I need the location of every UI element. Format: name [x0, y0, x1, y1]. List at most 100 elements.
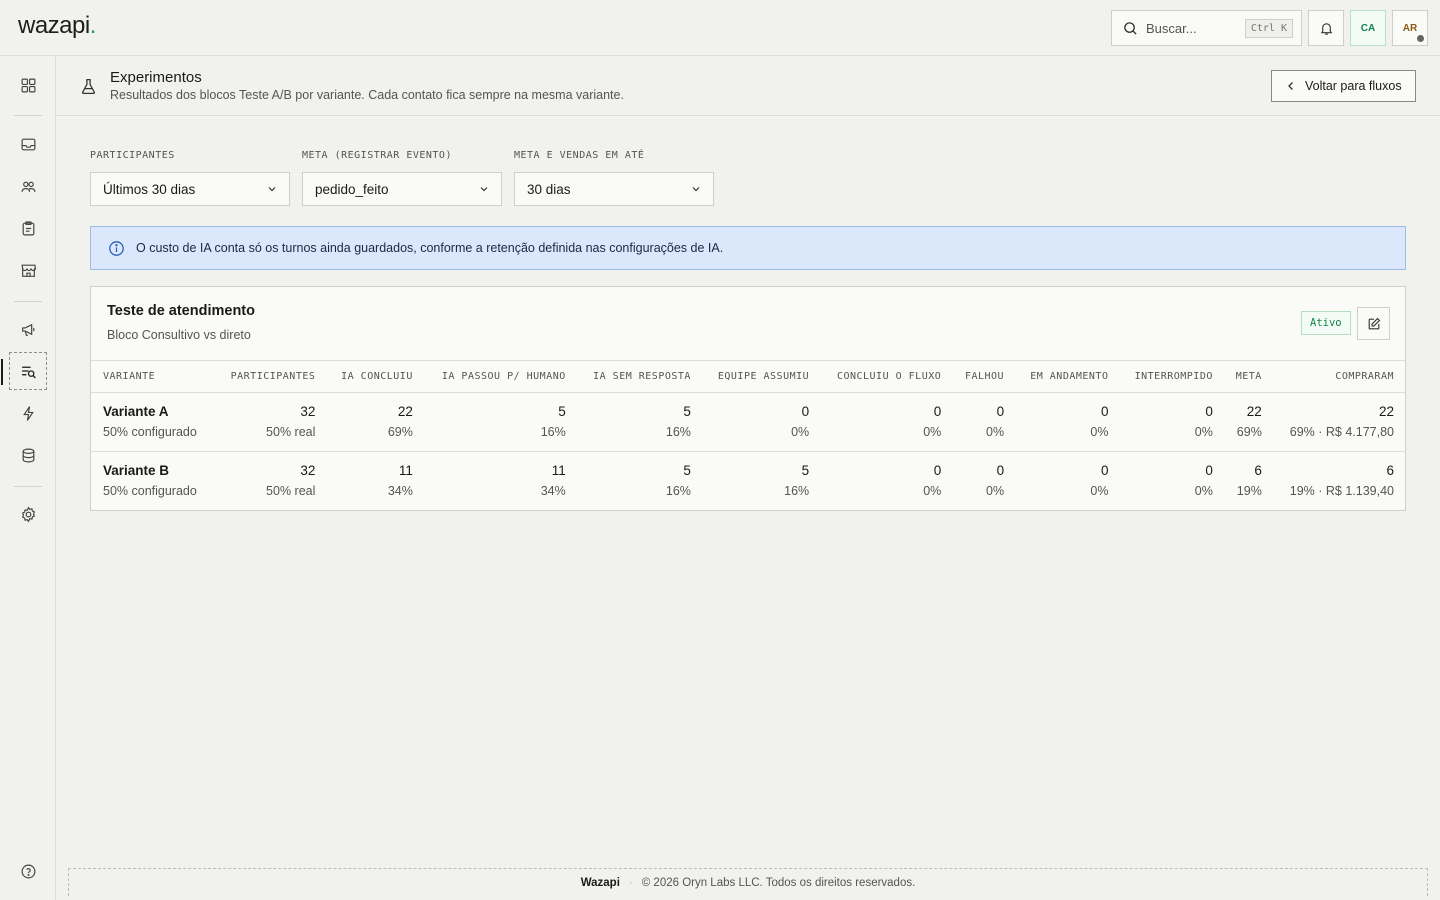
edit-experiment-button[interactable] [1357, 307, 1390, 340]
col-goal: META [1222, 360, 1272, 393]
cell-subvalue: 0% [1090, 484, 1109, 499]
cell-value: 5 [683, 463, 691, 479]
variant-name: Variante A [103, 404, 169, 419]
table-cell: 0 0% [819, 452, 951, 511]
search-box[interactable]: Ctrl K [1111, 10, 1302, 46]
cell-subvalue: 50% real [266, 425, 316, 439]
sidebar-item-dashboard[interactable] [9, 66, 47, 104]
cell-subvalue: 16% [665, 425, 691, 439]
search-input[interactable] [1146, 20, 1246, 36]
experiment-card: Teste de atendimento Bloco Consultivo vs… [90, 286, 1406, 511]
col-in-progress: EM ANDAMENTO [1014, 360, 1119, 393]
sidebar-item-automations[interactable] [9, 394, 47, 432]
sidebar-item-store[interactable] [9, 251, 47, 289]
cell-value: 22 [397, 404, 413, 419]
variant-cell: Variante A 50% configurado [91, 392, 215, 452]
table-cell: 5 16% [576, 452, 701, 511]
back-button-label: Voltar para fluxos [1305, 79, 1402, 93]
sidebar-item-help[interactable] [9, 852, 47, 890]
select-value: pedido_feito [315, 181, 389, 197]
sidebar-item-settings[interactable] [9, 495, 47, 533]
col-purchased: COMPRARAM [1271, 360, 1405, 393]
filter-attribution-window: META E VENDAS EM ATÉ 30 dias [514, 150, 714, 206]
workspace-avatar[interactable]: CA [1350, 10, 1386, 46]
page-title: Experimentos [110, 69, 202, 86]
megaphone-icon [21, 323, 35, 336]
cell-subvalue: 0% [1090, 425, 1109, 439]
filter-participants: PARTICIPANTES Últimos 30 dias [90, 150, 290, 206]
inbox-icon [21, 138, 35, 150]
cell-subvalue: 16% [784, 484, 810, 499]
cell-subvalue: 0% [1194, 484, 1213, 499]
cell-value: 0 [1100, 463, 1109, 479]
table-cell: 6 19% · R$ 1.139,40 [1272, 452, 1405, 511]
participants-select[interactable]: Últimos 30 dias [90, 172, 290, 206]
sidebar-divider [14, 486, 42, 487]
col-ai-completed: IA CONCLUIU [325, 360, 423, 393]
cell-subvalue: 0% [986, 425, 1005, 439]
table-cell: 0 0% [1118, 452, 1222, 511]
sidebar-item-tasks[interactable] [9, 209, 47, 247]
table-cell: 0 0% [1014, 452, 1118, 511]
sidebar-item-experiments[interactable] [1, 352, 47, 390]
goal-event-select[interactable]: pedido_feito [302, 172, 502, 206]
cell-value: 0 [1205, 463, 1213, 479]
back-to-flows-button[interactable]: Voltar para fluxos [1271, 70, 1416, 102]
cell-value: 0 [933, 463, 942, 479]
page-subtitle: Resultados dos blocos Teste A/B por vari… [110, 88, 624, 102]
cell-subvalue: 0% [791, 425, 810, 439]
edit-icon [1368, 317, 1380, 329]
sidebar-divider [14, 301, 42, 302]
table-cell: 6 19% [1223, 452, 1272, 511]
cell-value: 6 [1386, 463, 1394, 479]
notifications-button[interactable] [1308, 10, 1344, 46]
database-icon [22, 448, 34, 462]
table-cell: 11 34% [325, 452, 422, 511]
col-ai-handoff: IA PASSOU P/ HUMANO [422, 360, 576, 393]
store-icon [20, 264, 36, 277]
sidebar-item-contacts[interactable] [9, 167, 47, 205]
users-icon [21, 181, 35, 192]
sidebar-item-campaigns[interactable] [9, 310, 47, 348]
cell-value: 5 [558, 404, 566, 419]
cell-value: 0 [1100, 404, 1109, 419]
table-cell: 5 16% [575, 392, 701, 452]
variant-config: 50% configurado [103, 425, 197, 439]
table-cell: 0 0% [951, 392, 1015, 452]
table-cell: 5 16% [701, 452, 819, 511]
sidebar-item-data[interactable] [9, 436, 47, 474]
col-interrupted: INTERROMPIDO [1118, 360, 1223, 393]
table-row: Variante A 50% configurado 32 50% real 22 6… [91, 392, 1405, 452]
status-badge: Ativo [1301, 311, 1351, 335]
app-logo[interactable]: wazapi. [18, 12, 96, 40]
cell-subvalue: 0% [923, 425, 942, 439]
user-avatar-button[interactable]: AR [1392, 10, 1428, 46]
clipboard-icon [22, 220, 34, 235]
cell-subvalue: 0% [1194, 425, 1213, 439]
cell-value: 32 [300, 404, 316, 419]
select-value: Últimos 30 dias [103, 181, 196, 197]
cell-value: 6 [1254, 463, 1262, 479]
sidebar [0, 56, 56, 900]
cell-subvalue: 16% [665, 484, 691, 499]
chevron-down-icon [692, 187, 700, 192]
select-value: 30 dias [527, 181, 571, 197]
attribution-window-select[interactable]: 30 dias [514, 172, 714, 206]
col-completed-flow: CONCLUIU O FLUXO [819, 360, 952, 393]
cell-subvalue: 50% real [266, 484, 316, 499]
variant-name: Variante B [103, 463, 170, 479]
experiments-icon [21, 366, 36, 378]
info-banner-text: O custo de IA conta só os turnos ainda g… [136, 241, 724, 255]
footer-brand: Wazapi [580, 876, 620, 889]
table-cell: 32 50% real [214, 392, 326, 452]
cell-subvalue: 69% · R$ 4.177,80 [1289, 425, 1394, 439]
top-bar: wazapi. Ctrl K CA AR [0, 0, 1440, 56]
cell-subvalue: 69% [387, 425, 413, 439]
sidebar-item-inbox[interactable] [9, 125, 47, 163]
page-header: Experimentos Resultados dos blocos Teste… [56, 56, 1440, 116]
table-cell: 0 0% [1014, 392, 1119, 452]
table-row: Variante B 50% configurado 32 50% real 11 3… [91, 452, 1405, 511]
cell-value: 0 [801, 404, 810, 419]
user-avatar-initials: AR [1402, 22, 1418, 34]
cell-subvalue: 19% [1236, 484, 1262, 499]
